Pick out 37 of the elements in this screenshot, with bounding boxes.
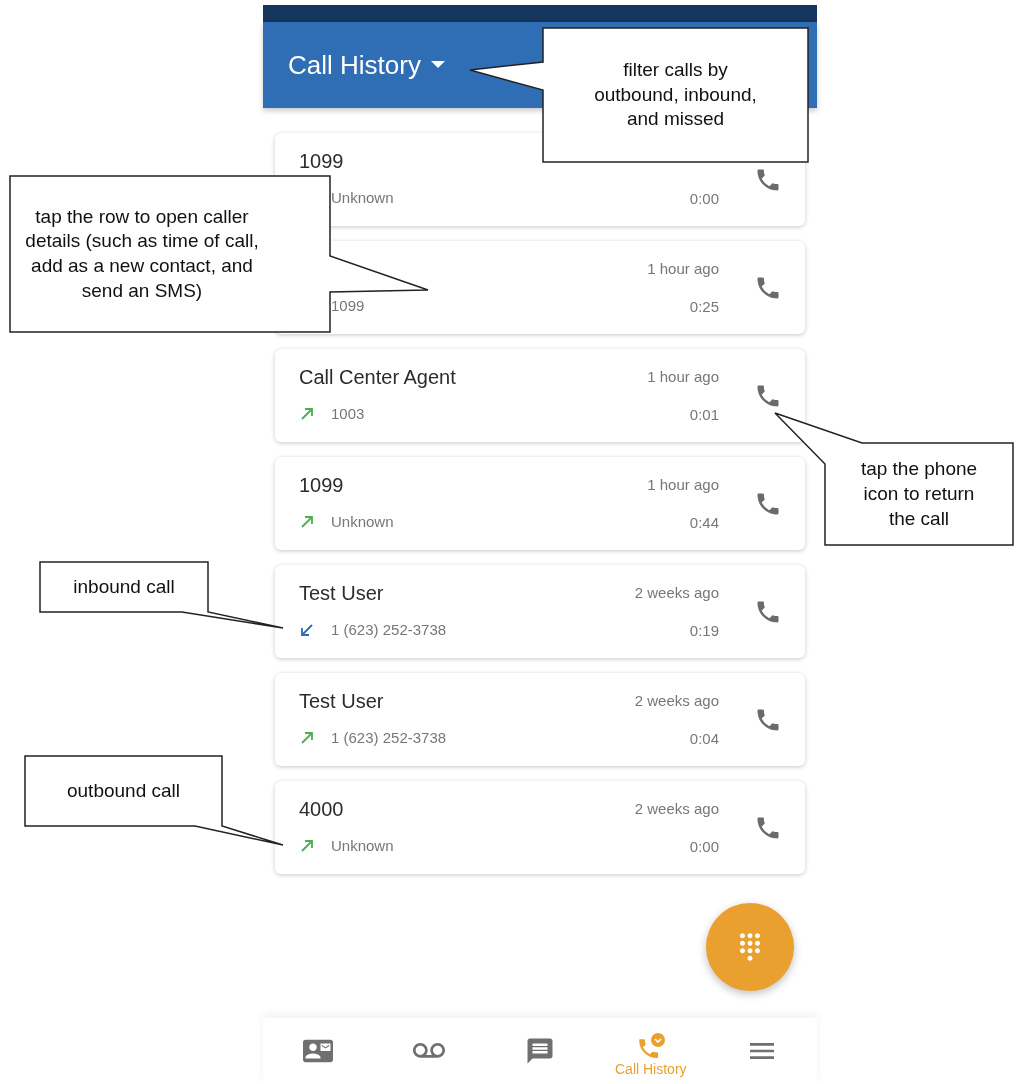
call-duration: 0:25 bbox=[689, 298, 719, 315]
call-time: 1 hour ago bbox=[647, 368, 719, 385]
caller-number: Unknown bbox=[331, 513, 394, 530]
caller-number: 1003 bbox=[331, 405, 365, 422]
call-time: 2 weeks ago bbox=[634, 584, 719, 601]
caller-number: Unknown bbox=[331, 189, 394, 206]
header-title[interactable]: Call History bbox=[288, 49, 421, 81]
call-time: 2 weeks ago bbox=[634, 800, 719, 817]
call-row[interactable]: 1099 Unknown 1 hour ago 0:44 bbox=[275, 457, 805, 550]
caller-name: 1099 bbox=[299, 150, 344, 173]
tooltip-text: tap the row to open caller details (such as time of call, add as a new contact, and send an SMS) bbox=[24, 204, 260, 303]
caller-name: Test User bbox=[299, 582, 384, 605]
call-duration: 0:19 bbox=[689, 622, 719, 639]
call-duration: 0:04 bbox=[689, 730, 719, 747]
call-time: 2 weeks ago bbox=[634, 692, 719, 709]
call-time: 1 hour ago bbox=[647, 260, 719, 277]
caller-name: Call Center Agent bbox=[299, 366, 456, 389]
call-duration: 0:00 bbox=[689, 838, 719, 855]
call-duration: 0:44 bbox=[689, 514, 719, 531]
call-row[interactable]: Call Center Agent 1003 1 hour ago 0:01 bbox=[275, 349, 805, 442]
caller-number: Unknown bbox=[331, 837, 394, 854]
caller-number: 1 (623) 252-3738 bbox=[331, 729, 447, 746]
call-duration: 0:00 bbox=[689, 190, 719, 207]
caller-name: Test User bbox=[299, 690, 384, 713]
caller-name: 4000 bbox=[299, 798, 344, 821]
dropdown-caret-icon[interactable] bbox=[430, 61, 445, 69]
tooltip-text: tap the phone icon to return the call bbox=[859, 457, 979, 531]
message-icon bbox=[525, 1036, 555, 1066]
caller-number: 1099 bbox=[331, 297, 365, 314]
caller-name: 1099 bbox=[299, 474, 344, 497]
call-time: 1 hour ago bbox=[647, 476, 719, 493]
tooltip-text: outbound call bbox=[66, 778, 180, 803]
tooltip-text: filter calls by outbound, inbound, and missed bbox=[593, 57, 758, 132]
call-row[interactable]: Test User 1 (623) 252-3738 2 weeks ago 0:04 bbox=[275, 673, 805, 766]
caller-number: 1 (623) 252-3738 bbox=[331, 621, 447, 638]
call-duration: 0:01 bbox=[689, 406, 719, 423]
tooltip-text: inbound call bbox=[73, 574, 175, 599]
